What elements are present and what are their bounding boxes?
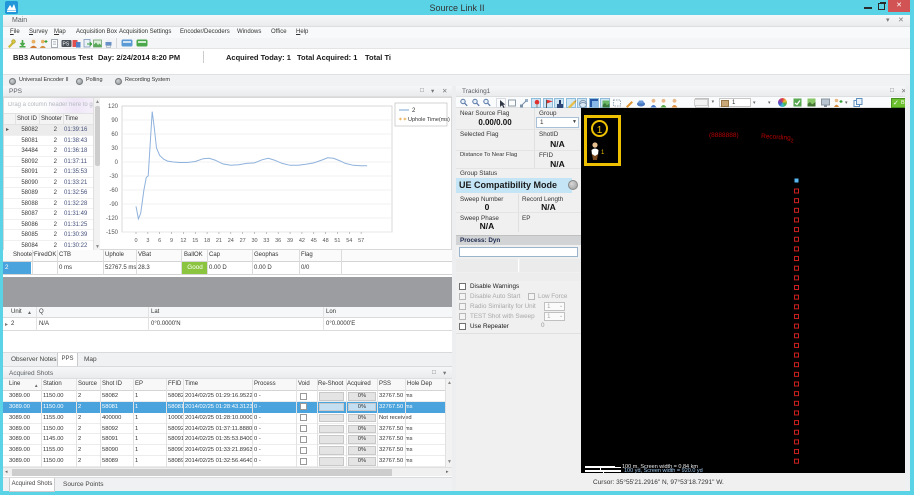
svg-text:90: 90	[111, 118, 118, 124]
svg-text:54: 54	[346, 238, 352, 244]
svg-text:-60: -60	[109, 188, 118, 194]
svg-text:-120: -120	[106, 216, 119, 222]
svg-text:60: 60	[111, 132, 118, 138]
svg-text:120: 120	[108, 104, 119, 110]
svg-text:9: 9	[170, 238, 173, 244]
svg-text:12: 12	[180, 238, 186, 244]
svg-text:36: 36	[275, 238, 281, 244]
svg-text:45: 45	[311, 238, 317, 244]
svg-text:39: 39	[287, 238, 293, 244]
svg-text:-90: -90	[109, 202, 118, 208]
svg-text:21: 21	[216, 238, 222, 244]
svg-text:3: 3	[146, 238, 149, 244]
svg-text:PS: PS	[63, 41, 70, 47]
svg-text:51: 51	[334, 238, 340, 244]
svg-text:15: 15	[192, 238, 198, 244]
svg-text:24: 24	[228, 238, 234, 244]
svg-text:30: 30	[111, 146, 118, 152]
svg-text:✶✶: ✶✶	[398, 116, 408, 123]
svg-text:57: 57	[358, 238, 364, 244]
svg-text:0: 0	[134, 238, 137, 244]
svg-text:-30: -30	[109, 174, 118, 180]
svg-text:-150: -150	[106, 230, 119, 236]
svg-text:48: 48	[323, 238, 329, 244]
svg-text:30: 30	[251, 238, 257, 244]
svg-text:27: 27	[240, 238, 246, 244]
svg-text:Uphole Time(ms): Uphole Time(ms)	[408, 117, 450, 123]
svg-text:18: 18	[204, 238, 210, 244]
svg-text:42: 42	[299, 238, 305, 244]
svg-text:0: 0	[115, 160, 119, 166]
svg-text:33: 33	[263, 238, 269, 244]
svg-text:6: 6	[158, 238, 161, 244]
